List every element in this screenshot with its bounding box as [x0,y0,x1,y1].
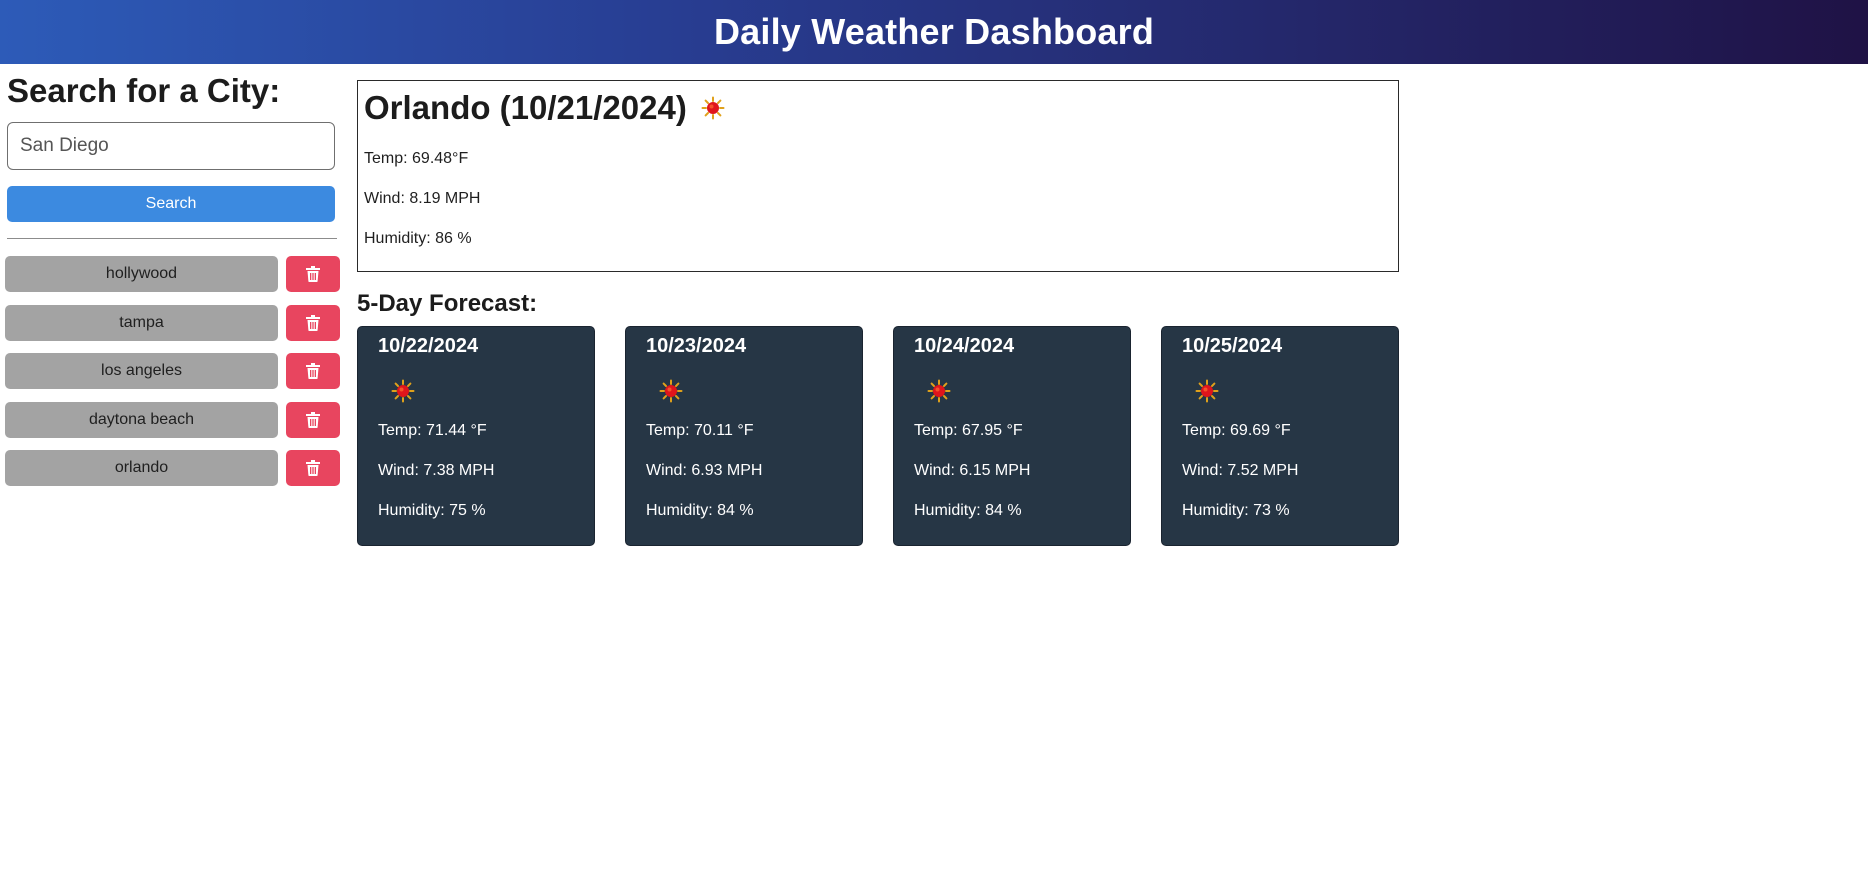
forecast-humidity: Humidity: 73 % [1182,502,1290,519]
forecast-wind: Wind: 7.38 MPH [378,462,495,479]
forecast-card: 10/23/2024 Temp: 70.11 °F Wind: 6.93 MPH… [625,326,863,546]
app-header: Daily Weather Dashboard [0,0,1868,64]
forecast-temp: Temp: 70.11 °F [646,422,754,439]
history-city-button[interactable]: daytona beach [5,402,278,438]
forecast-humidity: Humidity: 84 % [914,502,1022,519]
forecast-temp: Temp: 67.95 °F [914,422,1023,439]
forecast-humidity: Humidity: 84 % [646,502,754,519]
forecast-card: 10/22/2024 Temp: 71.44 °F Wind: 7.38 MPH… [357,326,595,546]
sun-icon [659,379,683,403]
sun-icon [1195,379,1219,403]
history-item: daytona beach [5,402,345,438]
trash-icon [306,363,320,379]
history-city-button[interactable]: tampa [5,305,278,341]
history-item: orlando [5,450,345,486]
delete-history-button[interactable] [286,353,340,389]
forecast-date: 10/25/2024 [1182,335,1283,357]
forecast-card: 10/25/2024 Temp: 69.69 °F Wind: 7.52 MPH… [1161,326,1399,546]
forecast-card: 10/24/2024 Temp: 67.95 °F Wind: 6.15 MPH… [893,326,1131,546]
delete-history-button[interactable] [286,305,340,341]
trash-icon [306,412,320,428]
sun-icon [391,379,415,403]
sun-icon [927,379,951,403]
forecast-wind: Wind: 7.52 MPH [1182,462,1299,479]
history-city-button[interactable]: hollywood [5,256,278,292]
forecast-date: 10/22/2024 [378,335,479,357]
forecast-wind: Wind: 6.15 MPH [914,462,1031,479]
delete-history-button[interactable] [286,402,340,438]
history-city-button[interactable]: orlando [5,450,278,486]
forecast-humidity: Humidity: 75 % [378,502,486,519]
page-title: Daily Weather Dashboard [713,11,1155,52]
current-city-date: Orlando (10/21/2024) [364,89,687,126]
forecast-temp: Temp: 71.44 °F [378,422,487,439]
forecast-temp: Temp: 69.69 °F [1182,422,1291,439]
current-humidity: Humidity: 86 % [364,230,472,247]
trash-icon [306,266,320,282]
forecast-heading: 5-Day Forecast: [357,290,538,317]
history-item: los angeles [5,353,345,389]
delete-history-button[interactable] [286,256,340,292]
current-temp: Temp: 69.48°F [364,150,469,167]
history-city-button[interactable]: los angeles [5,353,278,389]
sun-icon [701,96,725,120]
history-item: tampa [5,305,345,341]
forecast-date: 10/24/2024 [914,335,1015,357]
current-wind: Wind: 8.19 MPH [364,190,481,207]
trash-icon [306,315,320,331]
trash-icon [306,460,320,476]
search-button[interactable]: Search [7,186,335,222]
current-weather-panel: Orlando (10/21/2024) Temp: 69.48°F Wind:… [357,80,1399,272]
city-search-input[interactable] [7,122,335,170]
delete-history-button[interactable] [286,450,340,486]
forecast-wind: Wind: 6.93 MPH [646,462,763,479]
current-weather-heading: Orlando (10/21/2024) [364,89,725,127]
forecast-date: 10/23/2024 [646,335,747,357]
sidebar-divider [7,238,337,239]
search-heading: Search for a City: [7,72,281,109]
history-item: hollywood [5,256,345,292]
